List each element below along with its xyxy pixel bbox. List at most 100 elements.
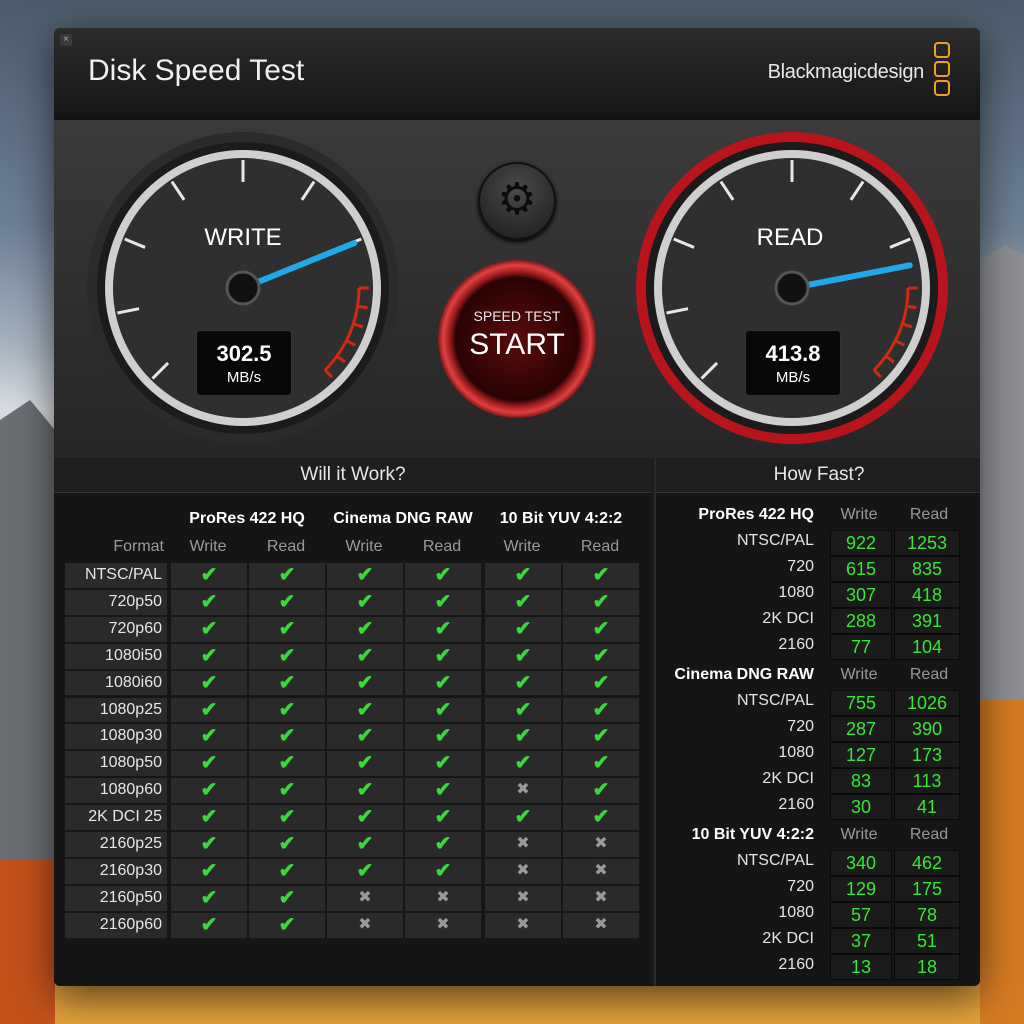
resolution-label: 1080 (778, 904, 814, 921)
check-icon: ✔ (248, 669, 326, 697)
codec-header: 10 Bit YUV 4:2:2 (499, 510, 623, 527)
write-speed-value: 302.5 (216, 341, 272, 366)
check-icon: ✔ (326, 857, 404, 885)
read-speed-cell: 113 (894, 768, 960, 794)
check-icon: ✔ (326, 696, 404, 724)
check-icon: ✔ (326, 777, 404, 805)
format-label: 2160p50 (99, 888, 162, 906)
check-icon: ✔ (248, 911, 326, 939)
check-icon: ✔ (326, 642, 404, 670)
check-icon: ✔ (484, 696, 562, 724)
start-button-caption: SPEED TEST (473, 308, 561, 324)
check-icon: ✔ (484, 615, 562, 643)
cross-icon: ✖ (562, 831, 640, 858)
check-icon: ✔ (562, 615, 640, 643)
format-label: 1080i60 (105, 673, 162, 691)
check-icon: ✔ (404, 562, 482, 589)
read-speed-cell: 391 (894, 608, 960, 634)
check-icon: ✔ (326, 669, 404, 697)
write-read-header: Write (189, 538, 227, 555)
check-icon: ✔ (562, 777, 640, 805)
resolution-label: 2K DCI (762, 770, 814, 787)
how-fast-title: How Fast? (656, 458, 980, 493)
check-icon: ✔ (248, 804, 326, 831)
write-speed-cell: 340 (830, 850, 892, 876)
resolution-label: 2160 (778, 956, 814, 973)
read-speed-cell: 418 (894, 582, 960, 608)
check-icon: ✔ (484, 562, 562, 589)
check-icon: ✔ (170, 857, 248, 885)
check-icon: ✔ (170, 804, 248, 831)
check-icon: ✔ (170, 750, 248, 778)
cross-icon: ✖ (326, 884, 404, 912)
format-label: 2160p25 (99, 835, 162, 852)
how-fast-panel: How Fast? ProRes 422 HQ Write Read NTSC/PAL… (654, 458, 980, 986)
check-icon: ✔ (326, 831, 404, 858)
check-icon: ✔ (404, 777, 482, 805)
check-icon: ✔ (248, 696, 326, 724)
check-icon: ✔ (326, 615, 404, 643)
start-button[interactable]: SPEED TEST START (438, 260, 596, 418)
write-speed-cell: 922 (830, 530, 892, 556)
check-icon: ✔ (326, 804, 404, 831)
codec-header: ProRes 422 HQ (189, 510, 305, 527)
check-icon: ✔ (484, 588, 562, 616)
read-gauge-redzone-tick (906, 304, 917, 310)
check-icon: ✔ (562, 723, 640, 751)
cross-icon: ✖ (562, 911, 640, 939)
cross-icon: ✖ (484, 777, 562, 805)
check-icon: ✔ (170, 911, 248, 939)
cross-icon: ✖ (326, 911, 404, 939)
resolution-label: 2K DCI (762, 930, 814, 947)
check-icon: ✔ (404, 857, 482, 885)
check-icon: ✔ (562, 804, 640, 831)
write-header: Write (840, 506, 878, 523)
check-icon: ✔ (404, 588, 482, 616)
write-speed-cell: 615 (830, 556, 892, 582)
read-header: Read (909, 666, 949, 683)
check-icon: ✔ (404, 615, 482, 643)
gear-icon: ⚙ (497, 175, 537, 224)
read-speed-cell: 104 (894, 634, 960, 660)
format-header: Format (113, 538, 164, 555)
start-button-label: START (469, 328, 565, 361)
format-label: 1080p30 (99, 727, 162, 745)
read-speed-value: 413.8 (765, 341, 821, 366)
write-header: Write (840, 826, 878, 843)
write-speed-cell: 307 (830, 582, 892, 608)
write-speed-cell: 287 (830, 716, 892, 742)
check-icon: ✔ (248, 831, 326, 858)
check-icon: ✔ (404, 804, 482, 831)
check-icon: ✔ (248, 562, 326, 589)
resolution-label: 720 (787, 878, 814, 895)
check-icon: ✔ (484, 642, 562, 670)
write-speed-cell: 755 (830, 690, 892, 716)
read-gauge-needle-hub (774, 270, 810, 306)
check-icon: ✔ (326, 750, 404, 778)
check-icon: ✔ (170, 642, 248, 670)
format-label: 2160p30 (99, 861, 162, 879)
write-read-header: Write (345, 538, 383, 555)
check-icon: ✔ (562, 669, 640, 697)
check-icon: ✔ (248, 588, 326, 616)
cross-icon: ✖ (404, 911, 482, 939)
write-speed-cell: 288 (830, 608, 892, 634)
check-icon: ✔ (562, 562, 640, 589)
close-button[interactable]: × (60, 34, 72, 46)
settings-button[interactable]: ⚙ (478, 162, 556, 240)
codec-header: Cinema DNG RAW (333, 510, 473, 527)
read-gauge (636, 132, 948, 444)
check-icon: ✔ (248, 750, 326, 778)
check-icon: ✔ (170, 615, 248, 643)
check-icon: ✔ (170, 831, 248, 858)
title-bar: × Disk Speed Test Blackmagicdesign (54, 28, 980, 121)
check-icon: ✔ (170, 562, 248, 589)
codec-group-title: Cinema DNG RAW (674, 666, 814, 683)
write-header: Write (840, 666, 878, 683)
check-icon: ✔ (326, 588, 404, 616)
resolution-label: NTSC/PAL (736, 852, 814, 869)
write-value-display: 302.5 MB/s (196, 330, 292, 396)
format-label: 1080p25 (99, 700, 162, 718)
check-icon: ✔ (562, 588, 640, 616)
brand-name: Blackmagicdesign (767, 61, 925, 83)
